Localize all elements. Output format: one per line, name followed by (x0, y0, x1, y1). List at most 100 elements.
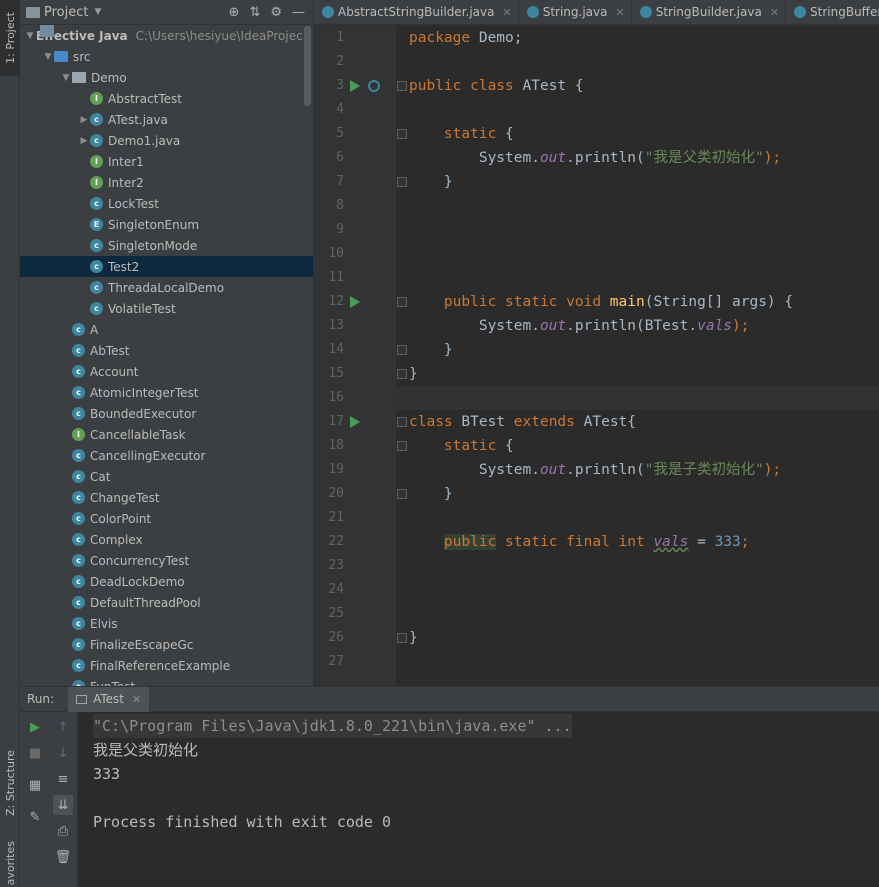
fold-marker-icon[interactable] (397, 297, 407, 307)
fold-marker-icon[interactable] (397, 81, 407, 91)
expand-arrow-icon[interactable]: ▼ (24, 31, 36, 41)
tree-item[interactable]: c FinalReferenceExample (20, 655, 313, 676)
collapse-arrow-icon[interactable]: ▶ (78, 136, 90, 146)
code-token: BTest (461, 414, 514, 430)
collapse-arrow-icon[interactable]: ▶ (78, 115, 90, 125)
hide-panel-icon[interactable]: — (292, 5, 305, 20)
fold-marker-icon[interactable] (397, 177, 407, 187)
tree-item[interactable]: E SingletonEnum (20, 214, 313, 235)
fold-marker-icon[interactable] (397, 489, 407, 499)
run-tab-atest[interactable]: ATest ✕ (68, 686, 150, 712)
tree-item[interactable]: c ConcurrencyTest (20, 550, 313, 571)
tree-item[interactable]: c ChangeTest (20, 487, 313, 508)
fold-marker-icon[interactable] (397, 441, 407, 451)
collapse-all-icon[interactable]: ⇅ (249, 5, 260, 20)
project-tool-tab[interactable]: 1: Project (0, 0, 20, 76)
tree-item[interactable]: c LockTest (20, 193, 313, 214)
scroll-up-icon[interactable]: ↑ (53, 717, 73, 737)
close-tab-icon[interactable]: ✕ (502, 6, 511, 19)
editor-tab[interactable]: StringBufferTe (786, 0, 879, 24)
gear-icon[interactable]: ⚙ (270, 5, 282, 20)
scroll-to-end-icon[interactable]: ⇊ (53, 795, 73, 815)
line-number: 18 (328, 438, 344, 453)
tree-item[interactable]: c BoundedExecutor (20, 403, 313, 424)
expand-arrow-icon[interactable]: ▼ (42, 52, 54, 62)
code-token: main (609, 294, 645, 310)
expand-arrow-icon[interactable]: ▼ (60, 73, 72, 83)
code-token: System. (409, 318, 540, 334)
editor-tab[interactable]: String.java ✕ (519, 0, 632, 24)
tree-item[interactable]: c ThreadaLocalDemo (20, 277, 313, 298)
close-tab-icon[interactable]: ✕ (615, 6, 624, 19)
pin-tab-icon[interactable]: ✎ (25, 807, 45, 827)
code-token: .println(BTest. (566, 318, 698, 334)
code-token: System. (409, 462, 540, 478)
tree-item[interactable]: cFunTest (20, 676, 313, 686)
tree-item[interactable]: ▶ c ATest.java (20, 109, 313, 130)
run-gutter-icon[interactable] (350, 296, 360, 308)
fold-marker-icon[interactable] (397, 369, 407, 379)
editor-tab[interactable]: StringBuilder.java ✕ (632, 0, 787, 24)
code-token: out (539, 150, 567, 166)
code-token: extends (513, 414, 584, 430)
project-view-title[interactable]: Project (44, 5, 88, 20)
console-output-line: 333 (93, 765, 121, 783)
tree-item[interactable]: ▼ src (20, 46, 313, 67)
tree-item[interactable]: I Inter2 (20, 172, 313, 193)
fold-marker-icon[interactable] (397, 129, 407, 139)
tree-item[interactable]: c CancellingExecutor (20, 445, 313, 466)
tree-item[interactable]: c FinalizeEscapeGc (20, 634, 313, 655)
tree-item[interactable]: c Test2 (20, 256, 313, 277)
fold-marker-icon[interactable] (397, 417, 407, 427)
code-token: ); (763, 150, 782, 166)
fold-marker-icon[interactable] (397, 345, 407, 355)
soft-wrap-icon[interactable]: ≡ (53, 769, 73, 789)
tree-item[interactable]: ▼ Demo (20, 67, 313, 88)
tree-item[interactable]: c Elvis (20, 613, 313, 634)
favorites-tool-tab[interactable]: avorites (0, 840, 20, 887)
interface-icon: I (90, 176, 103, 189)
close-run-tab-icon[interactable]: ✕ (132, 693, 141, 706)
overridden-icon[interactable] (368, 80, 380, 92)
tree-item[interactable]: c DefaultThreadPool (20, 592, 313, 613)
fold-marker-icon[interactable] (397, 633, 407, 643)
tree-item[interactable]: c SingletonMode (20, 235, 313, 256)
structure-tool-tab[interactable]: Z: Structure (0, 740, 20, 825)
project-tree-scrollbar[interactable] (304, 26, 311, 106)
tree-item[interactable]: c AbTest (20, 340, 313, 361)
tree-item[interactable]: I AbstractTest (20, 88, 313, 109)
tree-item[interactable]: c ColorPoint (20, 508, 313, 529)
code-line: class BTest extends ATest{ (409, 410, 636, 434)
tree-item[interactable]: I Inter1 (20, 151, 313, 172)
tree-item[interactable]: cA (20, 319, 313, 340)
tree-item[interactable]: c AtomicIntegerTest (20, 382, 313, 403)
rerun-icon[interactable]: ▶ (25, 717, 45, 737)
line-number: 11 (328, 270, 344, 285)
locate-file-icon[interactable]: ⊕ (229, 5, 240, 20)
run-gutter-icon[interactable] (350, 416, 360, 428)
console-output[interactable]: "C:\Program Files\Java\jdk1.8.0_221\bin\… (78, 712, 879, 887)
print-icon[interactable]: ⎙ (53, 821, 73, 841)
stop-icon[interactable]: ■ (25, 743, 45, 763)
editor-tab[interactable]: AbstractStringBuilder.java ✕ (314, 0, 519, 24)
layout-icon[interactable]: ▦ (25, 775, 45, 795)
tree-item[interactable]: c DeadLockDemo (20, 571, 313, 592)
clear-all-icon[interactable]: 🗑 (53, 847, 73, 867)
tree-item[interactable]: c VolatileTest (20, 298, 313, 319)
code-token: ); (763, 462, 782, 478)
scroll-down-icon[interactable]: ↓ (53, 743, 73, 763)
code-token: package (409, 30, 479, 46)
enum-icon: E (90, 218, 103, 231)
close-tab-icon[interactable]: ✕ (770, 6, 779, 19)
class-icon: c (72, 659, 85, 672)
tree-item[interactable]: c Cat (20, 466, 313, 487)
tree-item[interactable]: c Complex (20, 529, 313, 550)
run-gutter-icon[interactable] (350, 80, 360, 92)
tree-item[interactable]: c Account (20, 361, 313, 382)
tree-item[interactable]: ▼ Effective Java C:\Users\hesiyue\IdeaProj… (20, 25, 313, 46)
tree-item[interactable]: I CancellableTask (20, 424, 313, 445)
code-token: "我是子类初始化" (644, 462, 764, 478)
tree-item[interactable]: ▶ c Demo1.java (20, 130, 313, 151)
project-view-dropdown-icon[interactable]: ▼ (94, 7, 101, 17)
